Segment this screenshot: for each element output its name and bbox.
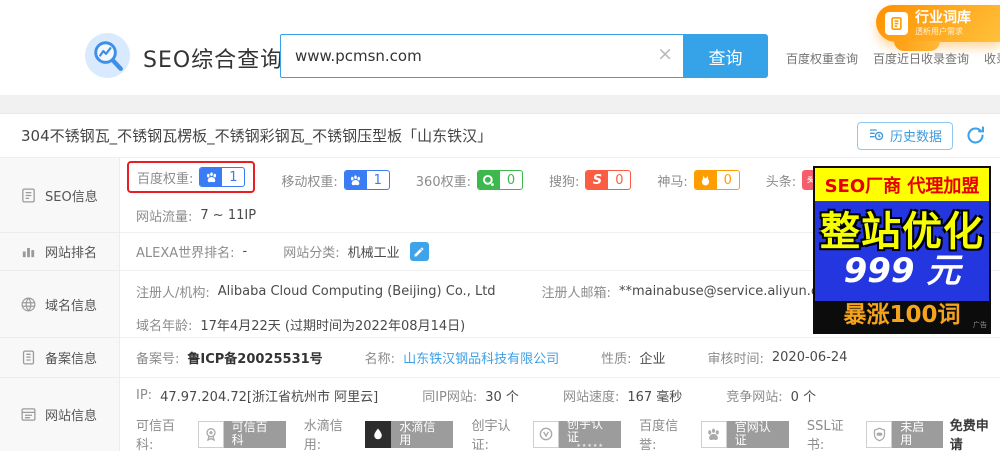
bar-chart-icon (22, 247, 35, 258)
ad-label: 广告 (973, 321, 987, 329)
360-weight-badge[interactable]: 0 (476, 170, 523, 190)
page-gap (0, 95, 1000, 113)
clear-icon[interactable]: × (657, 43, 673, 65)
site-title: 304不锈钢瓦_不锈钢瓦楞板_不锈钢彩钢瓦_不锈钢压型板「山东铁汉」 (21, 127, 493, 145)
content-area: SEO信息 网站排名 域名信息 备案信息 网站信息 百度权重: 1 移动权重: … (0, 158, 1000, 451)
doc-icon (22, 187, 35, 203)
header: SEO综合查询 × 查询 百度权重查询 百度近日收录查询 收录查询 行业词库 透… (0, 0, 1000, 95)
ad-headline: 整站优化 (820, 209, 984, 256)
ribbon-subtitle: 透析用户需求 (915, 27, 963, 37)
title-bar: 304不锈钢瓦_不锈钢瓦楞板_不锈钢彩钢瓦_不锈钢压型板「山东铁汉」 历史数据 (0, 114, 1000, 158)
query-button[interactable]: 查询 (683, 34, 768, 78)
site-category-value: 机械工业 (347, 246, 400, 261)
site-info-group: IP: 47.97.204.72[浙江省杭州市 阿里云] 同IP网站: 30 个… (120, 378, 1000, 451)
sidebar: SEO信息 网站排名 域名信息 备案信息 网站信息 (0, 158, 120, 451)
refresh-icon[interactable] (965, 125, 986, 146)
icp-company-link[interactable]: 山东铁汉钢品科技有限公司 (403, 348, 559, 367)
file-lines-icon (22, 350, 35, 365)
ssl-shield-icon (866, 420, 893, 448)
registrant-value: Alibaba Cloud Computing (Beijing) Co., L… (217, 284, 496, 299)
ad-banner-text: SEO厂商 代理加盟 (815, 168, 989, 201)
360-weight-item: 360权重: 0 (416, 170, 523, 190)
industry-lexicon-ribbon[interactable]: 行业词库 透析用户需求 (876, 5, 1000, 51)
history-clock-icon (868, 126, 884, 146)
icp-number-value: 鲁ICP备20025531号 (187, 352, 323, 367)
domain-age-value: 17年4月22天 (过期时间为2022年08月14日) (200, 319, 466, 334)
ssl-cert-badge[interactable]: 未启用 (866, 420, 943, 448)
baidu-weight-item-highlighted: 百度权重: 1 (127, 161, 256, 193)
shenma-weight-item: 神马: 0 (657, 170, 740, 190)
chuangyu-cert-badge[interactable]: 创宇认证 ★★★★★ (533, 417, 622, 449)
search-bar: × 查询 (280, 34, 768, 78)
icp-info-group: 备案号: 鲁ICP备20025531号 名称: 山东铁汉钢品科技有限公司 性质:… (120, 338, 1000, 378)
icp-nature-value: 企业 (639, 352, 666, 367)
alexa-rank-value: - (242, 244, 248, 259)
baidu-paw-icon (200, 168, 223, 186)
traffic-value: 7 ~ 11IP (200, 208, 257, 223)
trust-badges-row: 可信百科: 可信百科 水滴信用: 水滴信用 创宇认证: 创宇认证 ★★★★★ 百… (136, 415, 1000, 451)
app-title: SEO综合查询 (143, 47, 284, 73)
baidu-weight-badge[interactable]: 1 (199, 167, 246, 187)
sidebar-item-seo-info[interactable]: SEO信息 (0, 158, 119, 233)
sidebar-item-site-rank[interactable]: 网站排名 (0, 233, 119, 271)
sidebar-item-domain-info[interactable]: 域名信息 (0, 271, 119, 338)
logo: SEO综合查询 (84, 32, 283, 83)
list-icon (21, 408, 36, 421)
site-speed-value: 167 毫秒 (627, 390, 683, 405)
document-icon (885, 12, 908, 35)
ribbon-title: 行业词库 (915, 9, 971, 26)
ad-price: 999 元 (843, 251, 961, 292)
nav-baidu-weight[interactable]: 百度权重查询 (786, 50, 858, 67)
same-ip-count: 30 个 (485, 390, 519, 405)
header-nav: 百度权重查询 百度近日收录查询 收录查询 (786, 50, 1000, 67)
trusted-baike-badge[interactable]: 可信百科 (197, 420, 286, 448)
sogou-weight-item: 搜狗: S 0 (549, 170, 632, 190)
medal-icon (197, 420, 224, 448)
seo-logo-icon (84, 32, 131, 83)
mobile-weight-badge[interactable]: 1 (343, 170, 390, 190)
nav-baidu-recent[interactable]: 百度近日收录查询 (873, 50, 969, 67)
sogou-weight-badge[interactable]: S 0 (585, 170, 632, 190)
nav-index-query[interactable]: 收录查询 (984, 50, 1000, 67)
seo-vendor-ad[interactable]: SEO厂商 代理加盟 整站优化 999 元 暴涨100词 广告 (813, 166, 991, 334)
registrant-email-value: **mainabuse@service.aliyun.com (618, 284, 839, 299)
water-drop-icon (365, 420, 392, 448)
seo-query-app: SEO综合查询 × 查询 百度权重查询 百度近日收录查询 收录查询 行业词库 透… (0, 0, 1000, 451)
main-content: 百度权重: 1 移动权重: 1 360权重: 0 搜狗: S 0 神马: 0 头… (120, 158, 1000, 451)
history-data-button[interactable]: 历史数据 (856, 121, 953, 150)
result-panel: 304不锈钢瓦_不锈钢瓦楞板_不锈钢彩钢瓦_不锈钢压型板「山东铁汉」 历史数据 (0, 113, 1000, 451)
360-ring-icon (477, 171, 500, 189)
shenma-icon (694, 171, 717, 189)
competitor-count: 0 个 (790, 390, 817, 405)
edit-category-icon[interactable] (409, 242, 429, 261)
baidu-reputation-badge[interactable]: 官网认证 (700, 420, 789, 448)
globe-www-icon (21, 297, 36, 311)
shenma-weight-badge[interactable]: 0 (693, 170, 740, 190)
water-drop-credit-badge[interactable]: 水滴信用 (365, 420, 454, 448)
mobile-weight-item: 移动权重: 1 (281, 170, 390, 190)
baidu-paw-icon (344, 171, 367, 189)
icp-audit-date: 2020-06-24 (771, 350, 848, 365)
sidebar-item-site-info[interactable]: 网站信息 (0, 378, 119, 451)
ip-value: 47.97.204.72[浙江省杭州市 阿里云] (160, 390, 379, 405)
sidebar-item-icp-info[interactable]: 备案信息 (0, 338, 119, 378)
search-input[interactable] (280, 34, 683, 78)
ad-footer-text: 暴涨100词 (843, 301, 961, 328)
v-seal-icon (533, 420, 560, 448)
baidu-paw-gray-icon (700, 420, 727, 448)
free-apply-link[interactable]: 免费申请 (950, 415, 1000, 451)
sogou-s-icon: S (586, 171, 609, 189)
